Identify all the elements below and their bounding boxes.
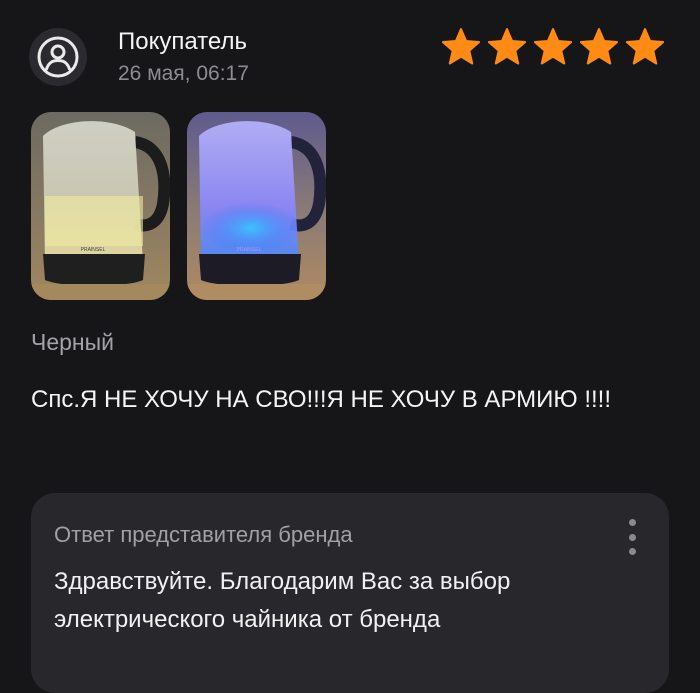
user-outline-icon — [37, 36, 79, 78]
brand-reply-text: Здравствуйте. Благодарим Вас за выбор эл… — [54, 568, 511, 633]
svg-text:PRAINSEL: PRAINSEL — [81, 247, 106, 253]
menu-dot — [628, 548, 636, 555]
user-avatar-icon[interactable] — [29, 28, 87, 86]
star-rating — [439, 26, 667, 68]
menu-dot — [628, 519, 636, 526]
review-card: Покупатель 26 мая, 06:17 PRAINSEL PRAINS… — [0, 0, 700, 693]
author-name: Покупатель — [118, 28, 247, 55]
more-vertical-icon[interactable] — [621, 517, 643, 557]
review-date: 26 мая, 06:17 — [118, 62, 249, 85]
brand-reply-title: Ответ представителя бренда — [54, 522, 353, 547]
review-text: Спс.Я НЕ ХОЧУ НА СВО!!!Я НЕ ХОЧУ В АРМИЮ… — [31, 386, 612, 413]
star-icon — [579, 28, 619, 65]
kettle-photo-daylight-icon: PRAINSEL — [31, 112, 170, 300]
star-icon — [441, 28, 481, 65]
review-photo-1[interactable]: PRAINSEL — [31, 112, 170, 300]
star-icon — [487, 28, 527, 65]
kettle-photo-blue-backlight-icon: PRAINSEL — [187, 112, 326, 300]
brand-reply-card: Ответ представителя бренда Здравствуйте.… — [31, 493, 669, 693]
svg-text:PRAINSEL: PRAINSEL — [237, 247, 262, 253]
star-icon — [625, 28, 665, 65]
product-variant: Черный — [31, 329, 114, 355]
review-photos: PRAINSEL PRAINSEL — [31, 112, 326, 300]
menu-dot — [628, 533, 636, 541]
star-icon — [533, 28, 573, 65]
review-photo-2[interactable]: PRAINSEL — [187, 112, 326, 300]
